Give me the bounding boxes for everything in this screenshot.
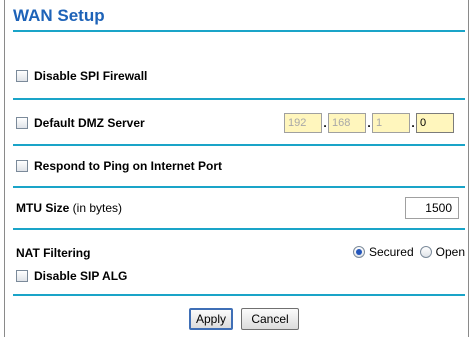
disable-spi-firewall-label: Disable SPI Firewall: [34, 69, 148, 83]
dmz-ip-octet-2[interactable]: 168: [328, 113, 366, 133]
spi-firewall-row: Disable SPI Firewall: [13, 64, 465, 88]
mtu-size-label: MTU Size (in bytes): [16, 201, 123, 215]
dmz-row: Default DMZ Server 192 . 168 . 1 . 0: [13, 111, 465, 135]
wan-setup-panel: WAN Setup Disable SPI Firewall Default D…: [4, 0, 469, 337]
ping-row: Respond to Ping on Internet Port: [13, 154, 465, 178]
dmz-ip-octet-3[interactable]: 1: [372, 113, 410, 133]
cancel-button[interactable]: Cancel: [241, 308, 299, 330]
divider: [13, 186, 465, 188]
nat-filtering-row: NAT Filtering Secured Open: [13, 241, 465, 265]
sip-alg-row: Disable SIP ALG: [13, 264, 465, 288]
nat-filtering-label: NAT Filtering: [16, 246, 91, 260]
dmz-ip-octet-4[interactable]: 0: [416, 113, 454, 133]
nat-filtering-options: Secured Open: [347, 245, 465, 259]
divider: [13, 30, 465, 32]
mtu-size-input[interactable]: 1500: [405, 197, 459, 219]
nat-open-radio[interactable]: [419, 246, 432, 258]
dmz-ip-octet-1[interactable]: 192: [284, 113, 322, 133]
dmz-ip-address: 192 . 168 . 1 . 0: [284, 113, 454, 133]
disable-sip-alg-checkbox[interactable]: [16, 270, 28, 282]
nat-secured-radio[interactable]: [352, 246, 365, 258]
divider: [13, 144, 465, 146]
default-dmz-server-checkbox[interactable]: [16, 117, 28, 129]
mtu-row: MTU Size (in bytes) 1500: [13, 196, 465, 220]
page-title: WAN Setup: [13, 6, 105, 25]
divider: [13, 98, 465, 100]
divider: [13, 294, 465, 296]
default-dmz-server-label: Default DMZ Server: [34, 116, 145, 130]
respond-to-ping-checkbox[interactable]: [16, 160, 28, 172]
apply-button[interactable]: Apply: [189, 308, 233, 330]
divider: [13, 228, 465, 230]
disable-spi-firewall-checkbox[interactable]: [16, 70, 28, 82]
nat-open-label: Open: [435, 245, 465, 259]
nat-secured-label: Secured: [368, 245, 414, 259]
disable-sip-alg-label: Disable SIP ALG: [34, 269, 128, 283]
respond-to-ping-label: Respond to Ping on Internet Port: [34, 159, 222, 173]
